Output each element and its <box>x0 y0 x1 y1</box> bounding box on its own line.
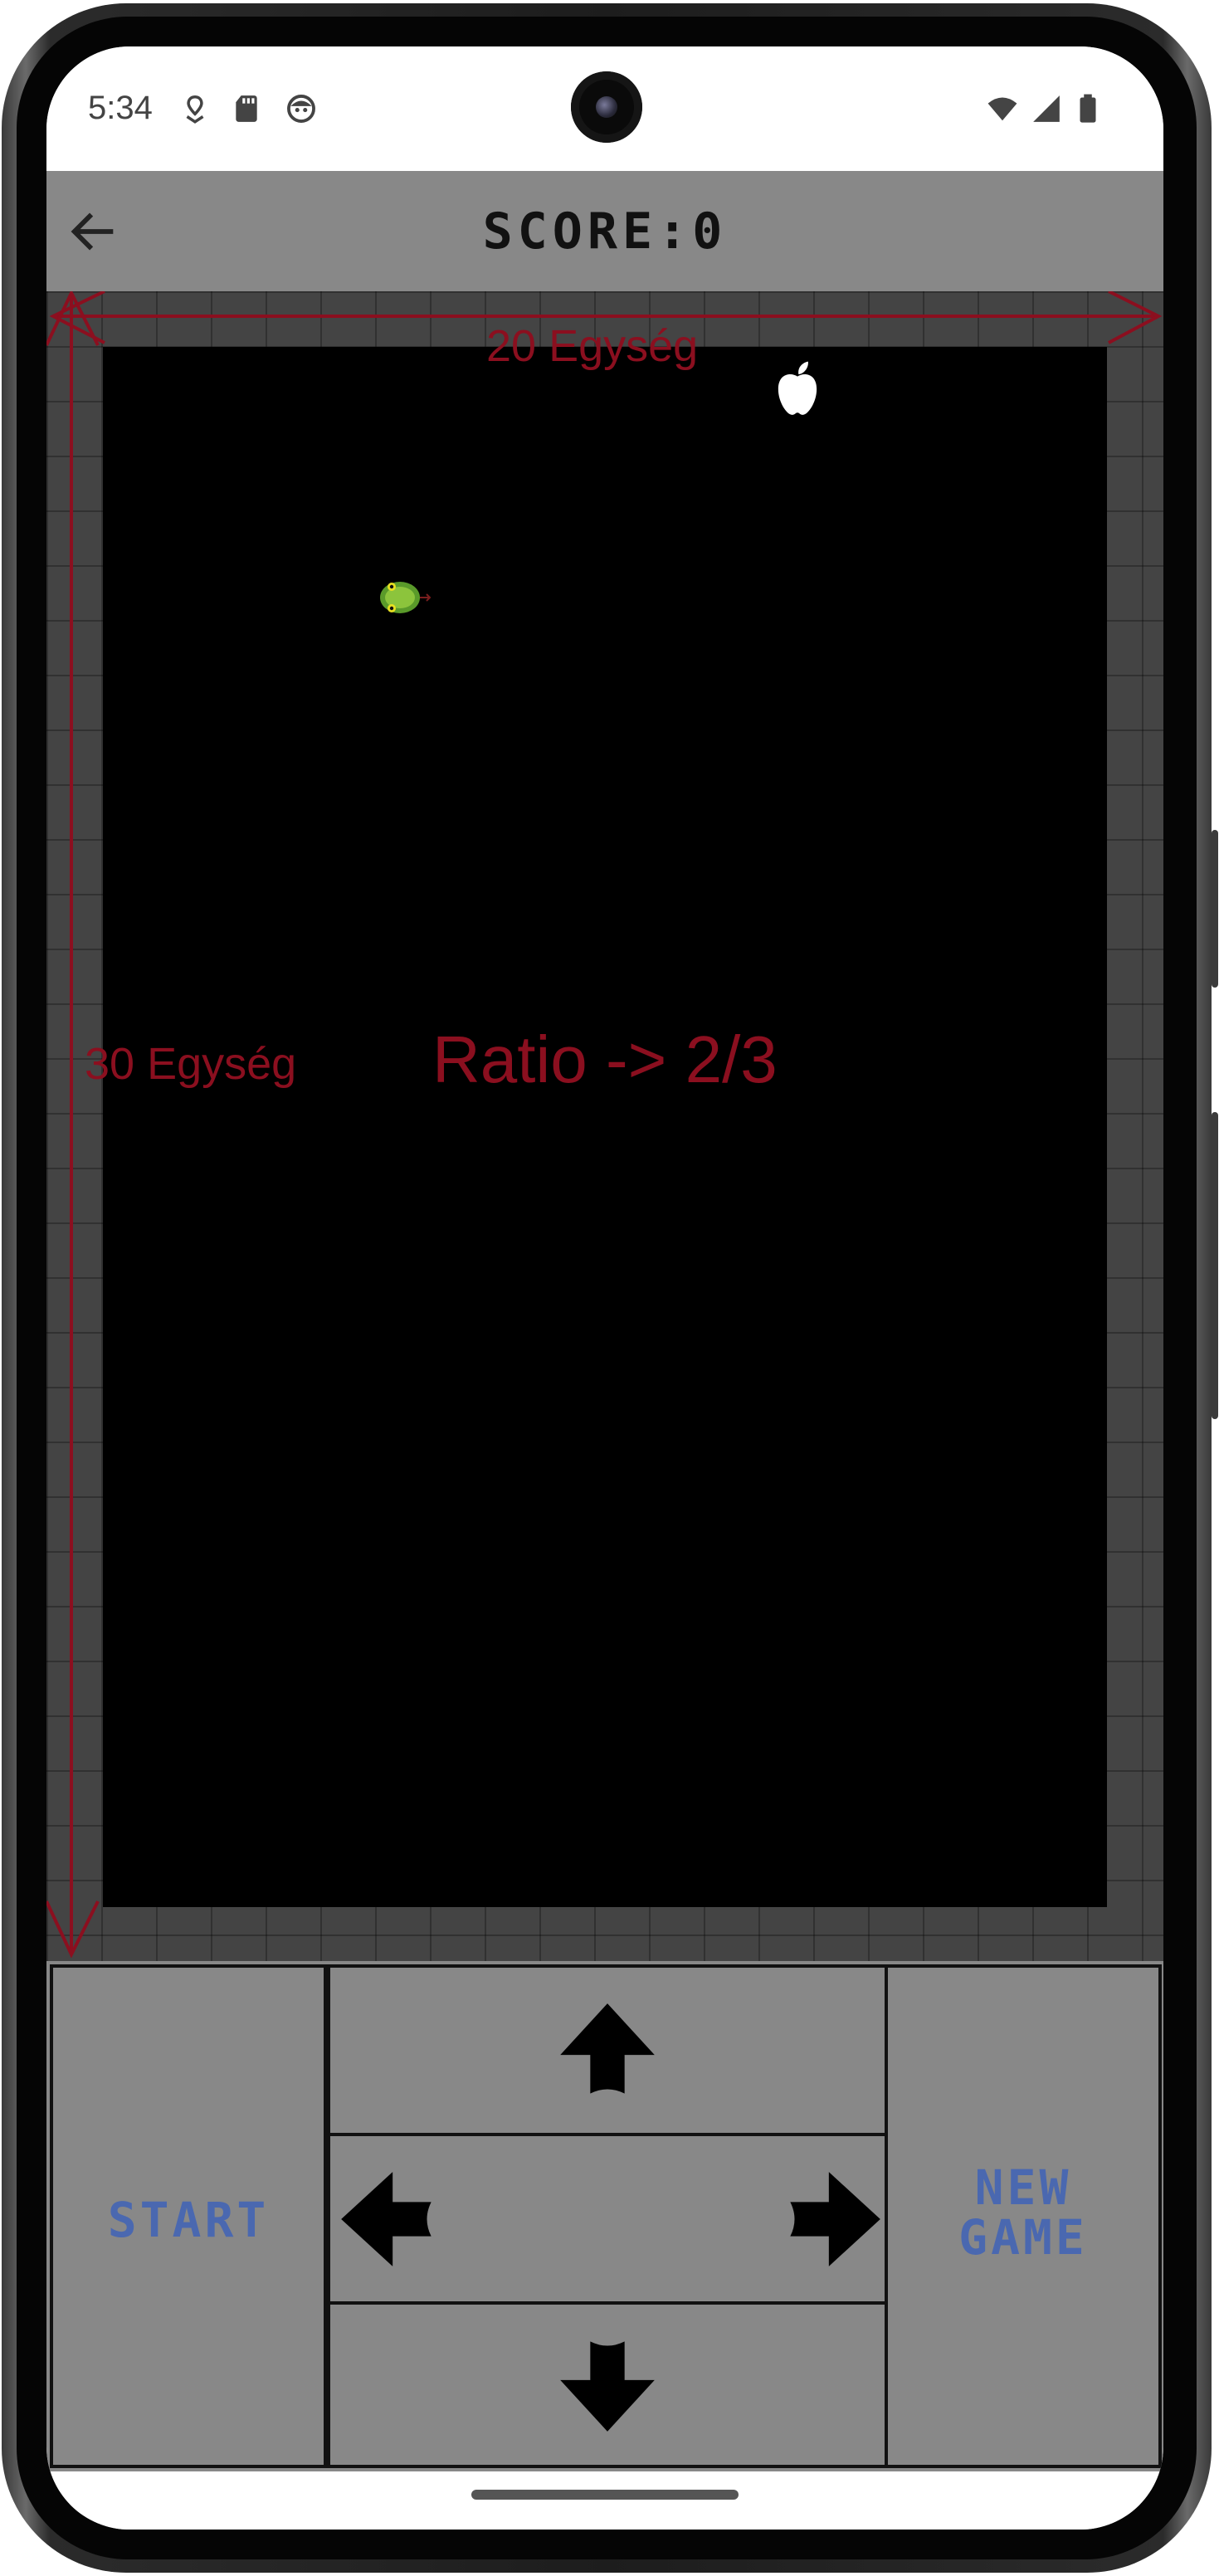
face-icon <box>287 95 315 123</box>
power-button <box>1212 830 1218 988</box>
home-indicator[interactable] <box>471 2490 739 2500</box>
cell-signal-icon <box>1033 95 1060 122</box>
width-annotation: 20 Egység <box>486 321 699 371</box>
arrow-right-icon <box>790 2172 880 2266</box>
new-game-label-line1: NEW <box>974 2159 1072 2216</box>
control-panel: START NEW GAME <box>46 1961 1163 2471</box>
new-game-label-line2: GAME <box>958 2209 1088 2266</box>
volume-button <box>1212 1112 1218 1419</box>
navigation-bar <box>46 2471 1163 2530</box>
phone-screen: 5:34 SCORE:0 20 Egység 30 Egység Ratio -… <box>46 46 1163 2530</box>
snake-head-icon <box>380 582 432 613</box>
status-time: 5:34 <box>88 90 153 126</box>
up-button[interactable] <box>327 1964 888 2136</box>
wifi-icon <box>987 97 1017 121</box>
arrow-down-icon <box>560 2341 655 2432</box>
left-right-row <box>327 2133 888 2305</box>
top-app-bar: SCORE:0 <box>46 171 1163 291</box>
arrow-up-icon <box>560 2003 655 2094</box>
score-display: SCORE:0 <box>482 202 728 261</box>
down-button[interactable] <box>327 2301 888 2468</box>
game-board <box>103 347 1107 1907</box>
status-bar: 5:34 <box>46 46 1163 171</box>
apple-icon <box>778 361 817 415</box>
sd-card-icon <box>236 95 257 122</box>
left-button[interactable] <box>330 2136 496 2301</box>
height-annotation: 30 Egység <box>85 1039 297 1089</box>
location-pin-icon <box>186 95 204 124</box>
front-camera <box>571 71 642 143</box>
battery-icon <box>1080 94 1096 123</box>
game-area: 20 Egység 30 Egység Ratio -> 2/3 <box>46 291 1163 1961</box>
new-game-button[interactable]: NEW GAME <box>885 1964 1162 2468</box>
right-button[interactable] <box>719 2136 885 2301</box>
device-stage: 5:34 SCORE:0 20 Egység 30 Egység Ratio -… <box>0 0 1219 2576</box>
start-button[interactable]: START <box>50 1964 327 2468</box>
ratio-annotation: Ratio -> 2/3 <box>432 1022 778 1096</box>
arrow-left-icon <box>341 2172 432 2266</box>
new-game-label: NEW GAME <box>888 2163 1158 2262</box>
start-label: START <box>107 2192 270 2248</box>
